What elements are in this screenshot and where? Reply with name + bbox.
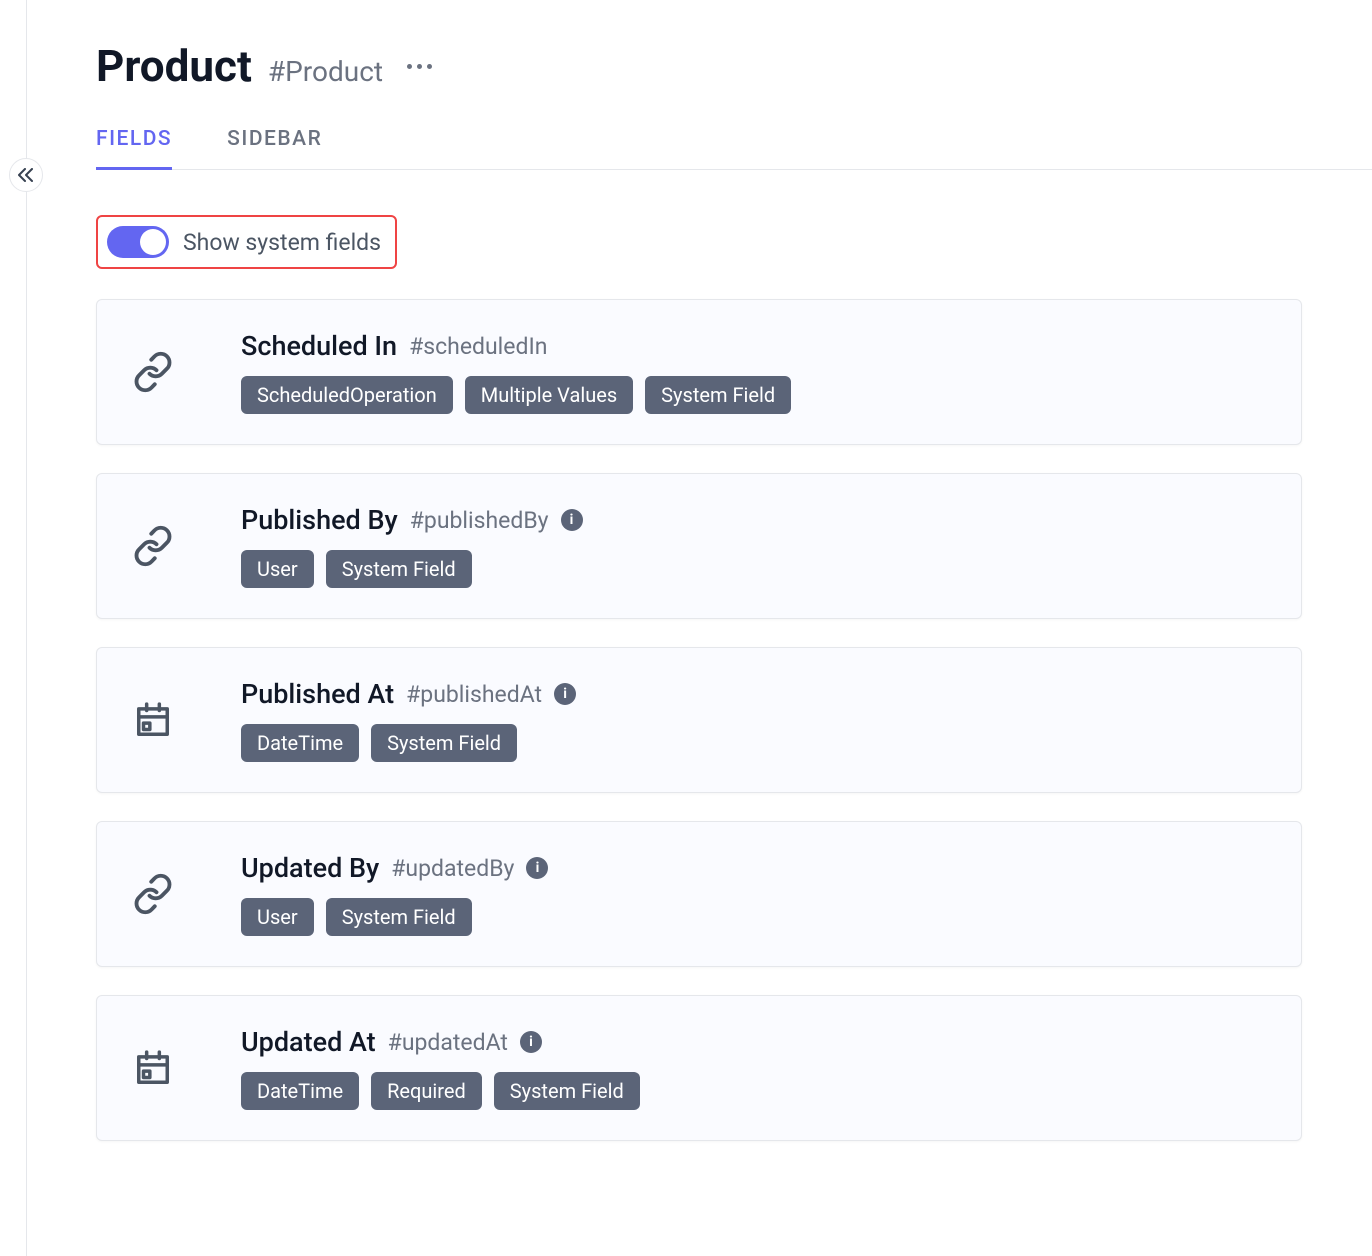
tag: System Field xyxy=(371,724,517,762)
tag: System Field xyxy=(645,376,791,414)
more-menu-button[interactable] xyxy=(399,56,440,77)
calendar-icon xyxy=(125,701,181,739)
field-hash: #publishedBy xyxy=(410,507,549,534)
tag: User xyxy=(241,898,314,936)
field-card[interactable]: Updated At #updatedAt i DateTime Require… xyxy=(96,995,1302,1141)
field-hash: #publishedAt xyxy=(406,681,542,708)
link-icon xyxy=(125,525,181,567)
field-title: Updated By xyxy=(241,852,379,884)
tag: Required xyxy=(371,1072,482,1110)
field-hash: #updatedAt xyxy=(388,1029,508,1056)
info-icon[interactable]: i xyxy=(561,509,583,531)
field-hash: #updatedBy xyxy=(391,855,514,882)
info-icon[interactable]: i xyxy=(526,857,548,879)
tag: DateTime xyxy=(241,1072,359,1110)
tag: System Field xyxy=(494,1072,640,1110)
dots-icon xyxy=(407,64,412,69)
chevron-double-left-icon xyxy=(18,168,34,182)
field-tags: DateTime System Field xyxy=(241,724,1273,762)
tag: ScheduledOperation xyxy=(241,376,453,414)
field-tags: DateTime Required System Field xyxy=(241,1072,1273,1110)
tag: DateTime xyxy=(241,724,359,762)
field-title: Scheduled In xyxy=(241,330,397,362)
field-tags: User System Field xyxy=(241,550,1273,588)
calendar-icon xyxy=(125,1049,181,1087)
field-title: Published At xyxy=(241,678,394,710)
tab-sidebar[interactable]: SIDEBAR xyxy=(227,127,322,169)
field-card[interactable]: Updated By #updatedBy i User System Fiel… xyxy=(96,821,1302,967)
page-title: Product xyxy=(96,40,252,92)
info-icon[interactable]: i xyxy=(554,683,576,705)
field-hash: #scheduledIn xyxy=(409,333,547,360)
show-system-fields-highlight: Show system fields xyxy=(96,215,397,269)
link-icon xyxy=(125,873,181,915)
field-tags: ScheduledOperation Multiple Values Syste… xyxy=(241,376,1273,414)
fields-list: Scheduled In #scheduledIn ScheduledOpera… xyxy=(96,299,1302,1141)
page-hash: #Product xyxy=(268,55,383,88)
field-title: Updated At xyxy=(241,1026,376,1058)
toggle-knob xyxy=(140,229,166,255)
field-card[interactable]: Published At #publishedAt i DateTime Sys… xyxy=(96,647,1302,793)
field-card[interactable]: Published By #publishedBy i User System … xyxy=(96,473,1302,619)
show-system-fields-toggle[interactable] xyxy=(107,226,169,258)
tag: System Field xyxy=(326,898,472,936)
show-system-fields-label: Show system fields xyxy=(183,229,381,256)
field-title: Published By xyxy=(241,504,398,536)
tag: User xyxy=(241,550,314,588)
field-tags: User System Field xyxy=(241,898,1273,936)
link-icon xyxy=(125,351,181,393)
tag: System Field xyxy=(326,550,472,588)
info-icon[interactable]: i xyxy=(520,1031,542,1053)
tabs: FIELDS SIDEBAR xyxy=(96,127,1372,170)
collapse-sidebar-button[interactable] xyxy=(9,158,43,192)
tab-fields[interactable]: FIELDS xyxy=(96,127,172,169)
field-card[interactable]: Scheduled In #scheduledIn ScheduledOpera… xyxy=(96,299,1302,445)
tag: Multiple Values xyxy=(465,376,633,414)
